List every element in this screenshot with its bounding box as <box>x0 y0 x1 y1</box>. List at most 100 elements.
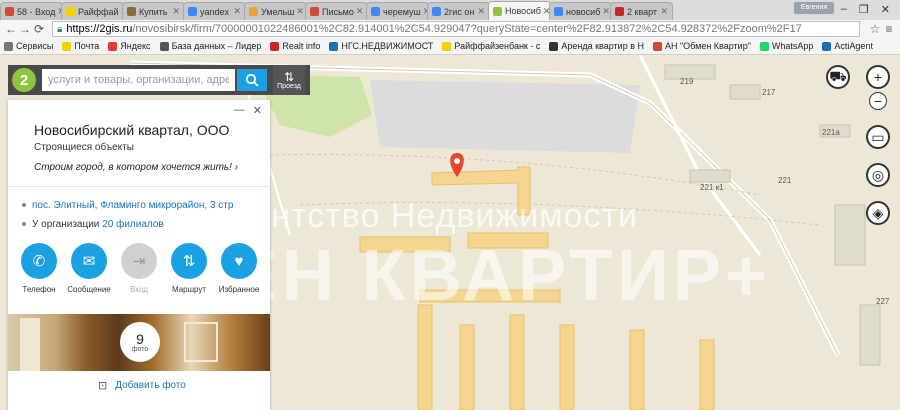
menu-icon[interactable]: ≡ <box>882 22 896 36</box>
route-button[interactable]: ⇅ Проезд <box>273 65 305 95</box>
photo-gallery[interactable]: 9 фото <box>8 314 270 371</box>
2gis-logo[interactable]: 2 <box>12 68 36 92</box>
bookmark-label: АН "Обмен Квартир" <box>664 41 751 51</box>
browser-tab[interactable]: Новосиб ✕ <box>488 1 551 20</box>
action-buttons: ✆ Телефон ✉ Сообщение ⇥ Вход ⇅ Маршрут ♥ Избранно… <box>14 243 264 294</box>
photo-detail <box>20 318 40 371</box>
bookmark-item[interactable]: Аренда квартир в Н <box>549 41 644 51</box>
bookmark-favicon-icon <box>652 41 662 51</box>
photo-count-badge[interactable]: 9 фото <box>120 322 160 362</box>
action-route[interactable]: ⇅ Маршрут <box>164 243 214 294</box>
bookmark-favicon-icon <box>329 41 339 51</box>
tab-close-icon[interactable]: ✕ <box>354 6 364 17</box>
organization-slogan[interactable]: Строим город, в котором хочется жить! › <box>34 162 238 173</box>
search-icon <box>245 73 259 87</box>
browser-tab[interactable]: Письмо ✕ <box>305 2 368 20</box>
action-heart[interactable]: ♥ Избранное <box>214 243 264 294</box>
action-label: Избранное <box>218 285 260 294</box>
bookmark-favicon-icon <box>442 41 452 51</box>
url-field[interactable]: 🔒︎ https://2gis.ru/novosibirsk/firm/7000… <box>52 21 860 37</box>
address-bar: ← → ⟳ 🔒︎ https://2gis.ru/novosibirsk/fir… <box>0 20 900 38</box>
building-number: 221а <box>822 128 840 137</box>
building-227 <box>859 304 881 366</box>
browser-tab[interactable]: Купить ✕ <box>122 2 185 20</box>
forward-icon[interactable]: → <box>18 22 32 36</box>
reload-icon[interactable]: ⟳ <box>32 22 46 36</box>
minimize-icon[interactable]: – <box>841 3 847 15</box>
layers-icon[interactable]: ◈ <box>866 201 890 225</box>
browser-tab[interactable]: Райффай✕ <box>61 2 124 20</box>
tab-close-icon[interactable]: ✕ <box>475 6 485 17</box>
user-profile-badge[interactable]: Евгения <box>794 2 834 14</box>
browser-tab[interactable]: 58 - Вход✕ <box>0 2 63 20</box>
bookmark-favicon-icon <box>4 41 13 51</box>
bookmark-item[interactable]: WhatsApp <box>759 41 813 51</box>
tab-favicon-icon <box>371 7 380 16</box>
action-label: Сообщение <box>67 285 111 294</box>
bookmark-item[interactable]: База данных – Лидер <box>159 41 261 51</box>
tab-close-icon[interactable]: ✕ <box>170 6 180 17</box>
browser-tab[interactable]: 2гис он ✕ <box>427 2 490 20</box>
parking-area <box>370 80 640 153</box>
browser-tab[interactable]: 2 кварт ✕ <box>610 2 673 20</box>
photo-detail <box>184 322 218 362</box>
add-photo-link[interactable]: ⊡ Добавить фото <box>98 379 186 392</box>
building-yellow-3 <box>417 304 433 410</box>
tab-label: Райффай <box>78 6 119 17</box>
action-entrance: ⇥ Вход <box>114 243 164 294</box>
tab-close-icon[interactable]: ✕ <box>600 6 610 17</box>
restore-icon[interactable]: ❐ <box>859 3 869 16</box>
tab-label: yandex <box>200 6 230 17</box>
add-photo-label: Добавить фото <box>115 380 186 391</box>
tab-close-icon[interactable]: ✕ <box>294 6 304 17</box>
browser-tab[interactable]: yandex ✕ <box>183 2 246 20</box>
tab-favicon-icon <box>432 7 441 16</box>
url-host: https://2gis.ru <box>66 23 133 35</box>
branches-link[interactable]: 20 филиалов <box>102 219 164 230</box>
action-message[interactable]: ✉ Сообщение <box>64 243 114 294</box>
traffic-icon[interactable]: ⛟ <box>826 65 850 89</box>
watermark-agency: Агентство Недвижимости <box>215 197 639 235</box>
close-card-icon[interactable]: ✕ <box>253 104 262 117</box>
bookmark-item[interactable]: Realt info <box>270 41 320 51</box>
bookmark-item[interactable]: АН "Обмен Квартир" <box>652 41 751 51</box>
search-input[interactable] <box>42 69 235 91</box>
url-path: /novosibirsk/firm/70000001022486001%2C82… <box>132 23 802 35</box>
bookmark-item[interactable]: НГС.НЕДВИЖИМОСТ <box>329 41 433 51</box>
tab-close-icon[interactable]: ✕ <box>231 6 241 17</box>
tab-label: 58 - Вход <box>17 6 56 17</box>
photo-caption: фото <box>131 345 149 353</box>
bookmark-item[interactable]: Сервисы <box>4 41 53 51</box>
bookmark-favicon-icon <box>108 41 118 51</box>
bookmark-label: ActiAgent <box>834 41 873 51</box>
collapse-card-icon[interactable]: — <box>234 104 245 117</box>
bookmark-label: Сервисы <box>16 41 54 51</box>
search-button[interactable] <box>237 69 267 91</box>
organization-address[interactable]: пос. Элитный, Фламинго микрорайон, 3 стр <box>22 200 233 211</box>
organization-card: — ✕ Новосибирский квартал, ООО Строящиес… <box>8 100 270 410</box>
organization-category[interactable]: Строящиеся объекты <box>34 142 134 153</box>
bookmark-item[interactable]: Райффайзенбанк - с <box>442 41 540 51</box>
browser-tab[interactable]: черемуш✕ <box>366 2 429 20</box>
search-bar: 2 ⇅ Проезд <box>8 65 310 95</box>
organization-branches: У организации 20 филиалов <box>22 219 164 230</box>
browser-tab[interactable]: Умельш ✕ <box>244 2 307 20</box>
tab-label: Купить <box>139 6 168 17</box>
close-window-icon[interactable]: ✕ <box>881 3 890 16</box>
bookmark-item[interactable]: Яндекс <box>108 41 151 51</box>
tab-label: Письмо <box>322 6 354 17</box>
bookmark-item[interactable]: Почта <box>62 41 99 51</box>
zoom-in-icon[interactable]: + <box>866 65 890 89</box>
star-icon[interactable]: ☆ <box>868 22 882 36</box>
building-yellow-6 <box>559 324 575 410</box>
action-phone[interactable]: ✆ Телефон <box>14 243 64 294</box>
tab-favicon-icon <box>127 7 136 16</box>
bookmark-favicon-icon <box>822 41 832 51</box>
back-icon[interactable]: ← <box>4 22 18 36</box>
ruler-icon[interactable]: ▭ <box>866 125 890 149</box>
bookmark-item[interactable]: ActiAgent <box>822 41 873 51</box>
browser-tab[interactable]: новосиб ✕ <box>549 2 612 20</box>
zoom-out-icon[interactable]: − <box>869 92 887 110</box>
geolocation-icon[interactable]: ◎ <box>866 163 890 187</box>
tab-close-icon[interactable]: ✕ <box>658 6 668 17</box>
